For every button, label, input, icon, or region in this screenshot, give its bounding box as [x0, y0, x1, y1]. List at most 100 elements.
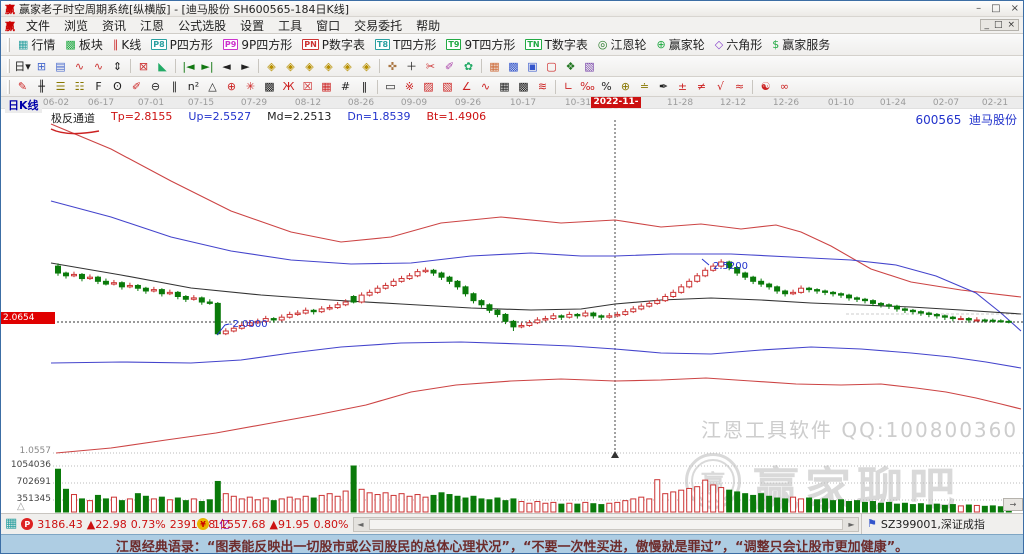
toolbar-button-market-quotes[interactable]: ▦行情 [13, 36, 60, 54]
toolbar-button-nine-p-square[interactable]: P99P四方形 [218, 36, 297, 54]
resistance-lines-icon[interactable]: ≠ [692, 78, 711, 95]
toolbar-button-hexagon[interactable]: ◇六角形 [710, 36, 767, 54]
right-angle-icon[interactable]: ∟ [559, 78, 578, 95]
menu-item-帮助[interactable]: 帮助 [409, 19, 447, 33]
draw-tool-icon[interactable]: ✐ [440, 58, 459, 75]
cycle-diamond-6-icon[interactable]: ◈ [357, 58, 376, 75]
menu-item-设置[interactable]: 设置 [233, 19, 271, 33]
maximize-icon[interactable]: □ [991, 3, 1000, 14]
kline-settings-icon[interactable]: ⊠ [134, 58, 153, 75]
cycle-diamond-1-icon[interactable]: ◈ [262, 58, 281, 75]
golden-section-icon[interactable]: ≐ [635, 78, 654, 95]
permille-tool-icon[interactable]: ‰ [578, 78, 597, 95]
triangle-tool-icon[interactable]: △ [203, 78, 222, 95]
fibonacci-tool-icon[interactable]: F [89, 78, 108, 95]
sqrt-tool-icon[interactable]: √ [711, 78, 730, 95]
pencil-tool-icon[interactable]: ✎ [13, 78, 32, 95]
toolbar-button-winner-service[interactable]: $赢家服务 [767, 36, 835, 54]
toolbar-button-winner-wheel[interactable]: ⊕赢家轮 [652, 36, 710, 54]
chart-scroll-right-icon[interactable]: → [1003, 498, 1023, 511]
ray-fan-icon[interactable]: ※ [400, 78, 419, 95]
scroll-left-icon[interactable]: ◄ [354, 520, 367, 529]
rect-select-icon[interactable]: ▭ [381, 78, 400, 95]
menu-item-窗口[interactable]: 窗口 [309, 19, 347, 33]
toolbar-button-t-square[interactable]: T8T四方形 [370, 36, 441, 54]
toolbar-button-gann-wheel[interactable]: ◎江恩轮 [593, 36, 652, 54]
curve-style-1-icon[interactable]: ∿ [70, 58, 89, 75]
hand-tool-icon[interactable]: ✜ [383, 58, 402, 75]
save-layout-icon[interactable]: ▣ [523, 58, 542, 75]
last-bar-icon[interactable]: ►| [198, 58, 217, 75]
fan-tool-icon[interactable]: Ж [279, 78, 298, 95]
time-cycle-lines-icon[interactable]: ☰ [51, 78, 70, 95]
bar-pair-icon[interactable]: ‖ [355, 78, 374, 95]
cut-tool-icon[interactable]: ✂ [421, 58, 440, 75]
menu-item-资讯[interactable]: 资讯 [95, 19, 133, 33]
save-image-icon[interactable]: ▢ [542, 58, 561, 75]
scroll-right-icon[interactable]: ► [845, 520, 858, 529]
layout-grid-icon[interactable]: ⊞ [32, 58, 51, 75]
approx-wave-icon[interactable]: ≈ [730, 78, 749, 95]
golden-wheel-icon[interactable]: ⊕ [616, 78, 635, 95]
menu-item-江恩[interactable]: 江恩 [133, 19, 171, 33]
grid-box-icon[interactable]: ▩ [260, 78, 279, 95]
menu-item-公式选股[interactable]: 公式选股 [171, 19, 233, 33]
cycle-diamond-5-icon[interactable]: ◈ [338, 58, 357, 75]
linked-index-panel[interactable]: ⚑ SZ399001,深证成指 [861, 514, 1023, 534]
cycle-diamond-2-icon[interactable]: ◈ [281, 58, 300, 75]
crossed-box-icon[interactable]: ☒ [298, 78, 317, 95]
yin-yang-icon[interactable]: ☯ [756, 78, 775, 95]
square-of-nine-icon[interactable]: n² [184, 78, 203, 95]
toolbar-button-kline[interactable]: ∥K线 [108, 36, 146, 54]
spiral-tool-icon[interactable]: ʘ [108, 78, 127, 95]
ray-burst-icon[interactable]: ✳ [241, 78, 260, 95]
close-icon[interactable]: × [1011, 3, 1019, 14]
first-bar-icon[interactable]: |◄ [179, 58, 198, 75]
percent-tool-icon[interactable]: % [597, 78, 616, 95]
cycle-diamond-3-icon[interactable]: ◈ [300, 58, 319, 75]
mdi-minimize-icon[interactable]: _ [984, 20, 989, 30]
mdi-close-icon[interactable]: × [1007, 20, 1015, 30]
next-bar-icon[interactable]: ► [236, 58, 255, 75]
gann-grid-line-icon[interactable]: ╫ [32, 78, 51, 95]
pen-note-icon[interactable]: ✒ [654, 78, 673, 95]
scale-toggle-icon[interactable]: ⇕ [108, 58, 127, 75]
chart-canvas[interactable]: 06-0206-1707-0107-1507-2908-1208-2609-09… [1, 97, 1024, 513]
toolbar-button-nine-t-square[interactable]: T99T四方形 [441, 36, 520, 54]
export-tool-icon[interactable]: ❖ [561, 58, 580, 75]
info-panel-icon[interactable]: ▤ [51, 58, 70, 75]
horizontal-scrollbar[interactable]: ◄ ► [353, 517, 859, 532]
mdi-restore-icon[interactable]: □ [994, 20, 1003, 30]
quote-grid-icon[interactable]: ▦ [5, 518, 17, 530]
menu-item-文件[interactable]: 文件 [19, 19, 57, 33]
infinity-tool-icon[interactable]: ∞ [775, 78, 794, 95]
ellipse-tool-icon[interactable]: ⊖ [146, 78, 165, 95]
calculator-tool-icon[interactable]: ▩ [504, 58, 523, 75]
sz-index-icon[interactable]: ¥ [197, 518, 209, 530]
toolbar-button-p-number-table[interactable]: PNP数字表 [297, 36, 370, 54]
cycle-diamond-4-icon[interactable]: ◈ [319, 58, 338, 75]
toolbar-button-t-number-table[interactable]: TNT数字表 [520, 36, 593, 54]
color-ribbon-icon[interactable]: ◣ [153, 58, 172, 75]
small-grid-icon[interactable]: ▦ [495, 78, 514, 95]
curve-style-2-icon[interactable]: ∿ [89, 58, 108, 75]
time-cycle-lines-2-icon[interactable]: ☷ [70, 78, 89, 95]
toolbar-button-sectors[interactable]: ▩板块 [60, 36, 107, 54]
gann-target-icon[interactable]: ⊕ [222, 78, 241, 95]
triple-wave-icon[interactable]: ≋ [533, 78, 552, 95]
minimize-icon[interactable]: – [976, 3, 981, 14]
scrollbar-thumb[interactable] [369, 519, 843, 530]
wave-tool-icon[interactable]: ∿ [476, 78, 495, 95]
abacus-tool-icon[interactable]: ✿ [459, 58, 478, 75]
kline-plot[interactable]: -2.00002.5200 [1, 97, 1024, 513]
parallel-lines-icon[interactable]: ∥ [165, 78, 184, 95]
shaded-box-left-icon[interactable]: ▨ [419, 78, 438, 95]
matrix-box-icon[interactable]: ▦ [317, 78, 336, 95]
period-day-dropdown-icon[interactable]: 日▾ [13, 58, 32, 75]
menu-item-交易委托[interactable]: 交易委托 [347, 19, 409, 33]
prev-bar-icon[interactable]: ◄ [217, 58, 236, 75]
print-tool-icon[interactable]: ▧ [580, 58, 599, 75]
calendar-tool-icon[interactable]: ▦ [485, 58, 504, 75]
toolbar-button-p-square[interactable]: P8P四方形 [146, 36, 218, 54]
shaded-box-right-icon[interactable]: ▧ [438, 78, 457, 95]
